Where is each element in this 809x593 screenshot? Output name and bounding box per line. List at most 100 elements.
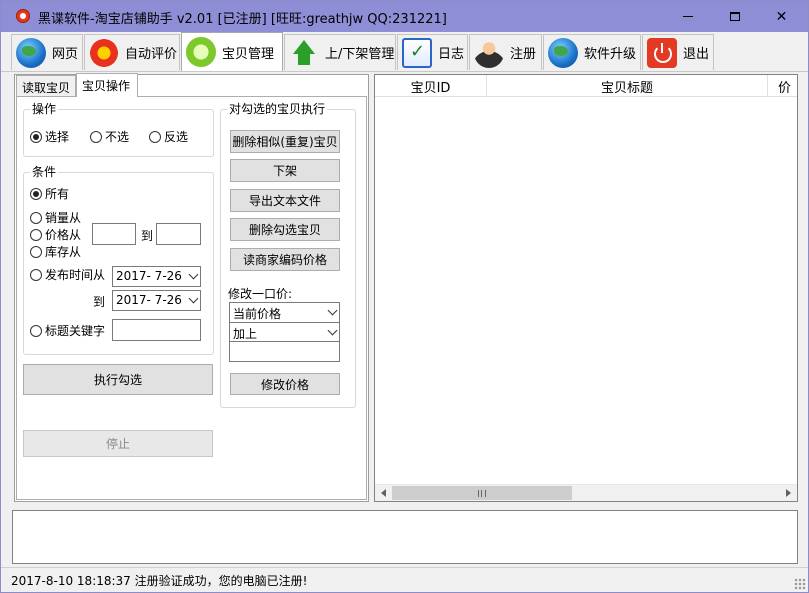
close-icon: ✕ bbox=[775, 8, 788, 25]
window-title: 黑谍软件-淘宝店铺助手 v2.01 [已注册] [旺旺:greathjw QQ:… bbox=[38, 12, 447, 27]
operation-group-title: 操作 bbox=[30, 102, 59, 116]
date-value: 2017- 7-26 bbox=[116, 269, 182, 283]
publish-from-date-picker[interactable]: 2017- 7-26 bbox=[112, 266, 201, 287]
price-value-input[interactable] bbox=[229, 341, 340, 362]
invert-radio[interactable]: 反选 bbox=[149, 128, 188, 145]
items-table[interactable]: 宝贝ID 宝贝标题 价 bbox=[374, 74, 798, 502]
tab-label: 退出 bbox=[683, 47, 710, 62]
power-icon bbox=[647, 37, 677, 68]
radio-label: 标题关键字 bbox=[45, 324, 106, 338]
close-button[interactable]: ✕ bbox=[758, 1, 805, 32]
app-logo-icon bbox=[16, 9, 30, 23]
publish-time-radio[interactable]: 发布时间从 bbox=[30, 266, 105, 283]
minimize-icon bbox=[682, 16, 693, 17]
radio-label: 价格从 bbox=[45, 228, 82, 242]
flower-icon bbox=[89, 37, 119, 68]
maximize-button[interactable] bbox=[711, 1, 758, 32]
tab-label: 日志 bbox=[438, 47, 465, 62]
chevron-down-icon bbox=[188, 269, 199, 280]
price-base-select[interactable]: 当前价格 bbox=[229, 302, 340, 323]
scroll-left-icon[interactable] bbox=[381, 489, 386, 497]
up-down-arrow-icon bbox=[289, 38, 319, 68]
selected-items-group-title: 对勾选的宝贝执行 bbox=[227, 102, 328, 116]
modify-price-button[interactable]: 修改价格 bbox=[230, 373, 340, 395]
radio-icon bbox=[30, 324, 42, 337]
keyword-input[interactable] bbox=[112, 319, 201, 341]
radio-label: 所有 bbox=[45, 187, 70, 201]
conditions-group-title: 条件 bbox=[30, 165, 59, 179]
stop-button[interactable]: 停止 bbox=[23, 430, 213, 457]
select-radio[interactable]: 选择 bbox=[30, 128, 69, 145]
subtab-item-operations[interactable]: 宝贝操作 bbox=[76, 73, 138, 97]
user-key-icon bbox=[474, 37, 504, 68]
tab-label: 宝贝管理 bbox=[222, 46, 275, 62]
delist-button[interactable]: 下架 bbox=[230, 159, 340, 182]
publish-to-label: 到 bbox=[93, 295, 106, 309]
execute-selection-button[interactable]: 执行勾选 bbox=[23, 364, 213, 395]
delete-selected-button[interactable]: 删除勾选宝贝 bbox=[230, 218, 340, 241]
horizontal-scrollbar[interactable] bbox=[375, 484, 797, 501]
radio-label: 发布时间从 bbox=[45, 268, 106, 282]
tab-log[interactable]: 日志 bbox=[397, 34, 468, 70]
tab-label: 网页 bbox=[52, 47, 79, 62]
column-header-item-id[interactable]: 宝贝ID bbox=[375, 75, 487, 97]
select-value: 加上 bbox=[233, 327, 258, 341]
range-from-input[interactable] bbox=[92, 223, 136, 245]
publish-to-date-picker[interactable]: 2017- 7-26 bbox=[112, 290, 201, 311]
lime-icon bbox=[186, 37, 216, 67]
radio-checked-icon bbox=[30, 187, 42, 200]
subtab-read-items[interactable]: 读取宝贝 bbox=[16, 75, 76, 97]
range-to-input[interactable] bbox=[156, 223, 201, 245]
stock-radio[interactable]: 库存从 bbox=[30, 243, 81, 260]
status-bar: 2017-8-10 18:18:37 注册验证成功，您的电脑已注册! bbox=[1, 567, 808, 592]
read-merchant-code-price-button[interactable]: 读商家编码价格 bbox=[230, 248, 340, 271]
scrollbar-thumb[interactable] bbox=[392, 486, 572, 500]
radio-label: 库存从 bbox=[45, 245, 82, 259]
unselect-radio[interactable]: 不选 bbox=[90, 128, 129, 145]
radio-icon bbox=[30, 211, 42, 224]
maximize-icon bbox=[729, 12, 740, 21]
tab-software-upgrade[interactable]: 软件升级 bbox=[543, 34, 641, 70]
globe-icon bbox=[16, 37, 46, 68]
tab-label: 软件升级 bbox=[584, 47, 637, 62]
chevron-down-icon bbox=[188, 293, 199, 304]
tab-auto-review[interactable]: 自动评价 bbox=[84, 34, 180, 70]
tab-label: 上/下架管理 bbox=[325, 47, 395, 62]
radio-checked-icon bbox=[30, 130, 42, 143]
radio-icon bbox=[30, 228, 42, 241]
tab-item-management[interactable]: 宝贝管理 bbox=[181, 32, 283, 71]
status-text: 2017-8-10 18:18:37 注册验证成功，您的电脑已注册! bbox=[11, 574, 308, 588]
price-operation-select[interactable]: 加上 bbox=[229, 322, 340, 343]
resize-grip-icon[interactable] bbox=[794, 578, 806, 590]
radio-icon bbox=[30, 268, 42, 281]
table-header: 宝贝ID 宝贝标题 价 bbox=[375, 75, 797, 97]
tab-web[interactable]: 网页 bbox=[11, 34, 83, 70]
all-radio[interactable]: 所有 bbox=[30, 185, 69, 202]
delete-duplicate-button[interactable]: 删除相似(重复)宝贝 bbox=[230, 130, 340, 153]
tab-register[interactable]: 注册 bbox=[469, 34, 542, 70]
log-output-box[interactable] bbox=[12, 510, 798, 564]
tab-exit[interactable]: 退出 bbox=[642, 34, 714, 70]
main-window: 黑谍软件-淘宝店铺助手 v2.01 [已注册] [旺旺:greathjw QQ:… bbox=[0, 0, 809, 593]
radio-label: 选择 bbox=[45, 130, 70, 144]
scroll-right-icon[interactable] bbox=[786, 489, 791, 497]
price-radio[interactable]: 价格从 bbox=[30, 226, 81, 243]
tab-listing-management[interactable]: 上/下架管理 bbox=[284, 34, 396, 70]
column-header-price[interactable]: 价 bbox=[768, 75, 797, 97]
range-to-label: 到 bbox=[141, 229, 154, 243]
column-header-item-title[interactable]: 宝贝标题 bbox=[487, 75, 768, 97]
date-value: 2017- 7-26 bbox=[116, 293, 182, 307]
keyword-radio[interactable]: 标题关键字 bbox=[30, 322, 105, 339]
export-text-button[interactable]: 导出文本文件 bbox=[230, 189, 340, 212]
title-bar[interactable]: 黑谍软件-淘宝店铺助手 v2.01 [已注册] [旺旺:greathjw QQ:… bbox=[1, 1, 808, 32]
radio-label: 不选 bbox=[105, 130, 130, 144]
modify-price-label: 修改一口价: bbox=[228, 287, 293, 301]
tab-label: 注册 bbox=[510, 47, 537, 62]
radio-label: 销量从 bbox=[45, 211, 82, 225]
minimize-button[interactable] bbox=[664, 1, 711, 32]
chevron-down-icon bbox=[327, 325, 338, 336]
radio-icon bbox=[30, 245, 42, 258]
sales-radio[interactable]: 销量从 bbox=[30, 209, 81, 226]
select-value: 当前价格 bbox=[233, 307, 282, 321]
radio-icon bbox=[149, 130, 161, 143]
